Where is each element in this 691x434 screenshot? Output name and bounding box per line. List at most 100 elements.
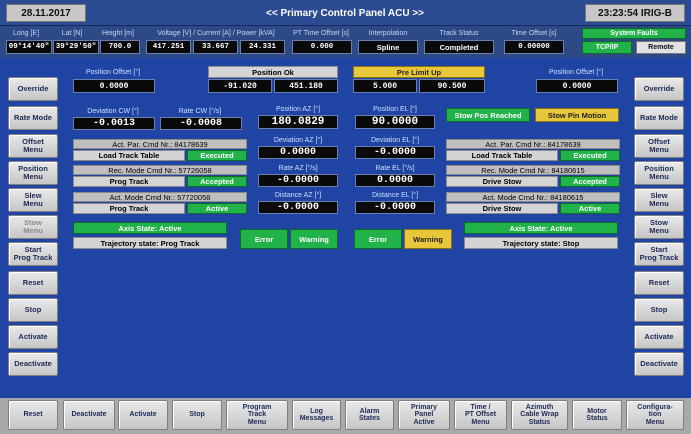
left-active-status: Active [187,203,247,214]
left-axis-state: Axis State: Active [73,222,227,234]
bottom-reset-button[interactable]: Reset [8,400,58,430]
left-trajectory-state: Trajectory state: Prog Track [73,237,227,249]
power-value: 24.331 [240,40,285,54]
rate-az-value: -0.0000 [258,174,338,187]
left-stop-button[interactable]: Stop [8,298,58,322]
right-position-menu-button[interactable]: Position Menu [634,161,684,185]
position-ok-az: -91.020 [208,79,272,93]
right-executed-status: Executed [560,150,620,161]
system-faults-indicator[interactable]: System Faults [582,28,686,39]
deviation-el-label: Deviation EL [°] [370,136,420,144]
pre-limit-az: 5.000 [353,79,417,93]
remote-button[interactable]: Remote [636,41,686,54]
lat-value: 39°29'50" [53,40,99,54]
deviation-az-value: 0.0000 [258,146,338,159]
right-slew-menu-button[interactable]: Slew Menu [634,188,684,212]
left-position-offset-value: 0.0000 [73,79,155,93]
bottom-stop-button[interactable]: Stop [172,400,222,430]
left-offset-menu-button[interactable]: Offset Menu [8,134,58,158]
right-start-prog-track-button[interactable]: Start Prog Track [634,242,684,266]
bottom-activate-button[interactable]: Activate [118,400,168,430]
position-ok-el: 451.180 [274,79,338,93]
az-error-button[interactable]: Error [240,229,288,249]
right-accepted-status: Accepted [560,176,620,187]
bottom-motor-status-button[interactable]: Motor Status [572,400,622,430]
left-stow-menu-button[interactable]: Stow Menu [8,215,58,239]
right-stop-button[interactable]: Stop [634,298,684,322]
right-offset-menu-button[interactable]: Offset Menu [634,134,684,158]
bottom-alarm-states-button[interactable]: Alarm States [345,400,394,430]
right-stow-menu-button[interactable]: Stow Menu [634,215,684,239]
distance-az-label: Distance AZ [°] [274,191,322,199]
left-override-button[interactable]: Override [8,77,58,101]
bottom-azimuth-cable-wrap-status-button[interactable]: Azimuth Cable Wrap Status [511,400,568,430]
rate-el-label: Rate EL [°/s] [375,164,415,172]
power-label: Voltage [V] / Current [A] / Power [kVA] [157,29,275,37]
bottom-deactivate-button[interactable]: Deactivate [63,400,115,430]
bottom-time-pt-offset-menu-button[interactable]: Time / PT Offset Menu [454,400,507,430]
interpolation-value: Spline [358,40,418,54]
time-display: 23:23:54 IRIG-B [585,4,685,22]
header-strip: Long [E] Lat [N] Height [m] 09°14'40" 39… [0,26,691,58]
pre-limit-el: 90.500 [419,79,485,93]
el-error-button[interactable]: Error [354,229,402,249]
rate-cw-value: -0.0008 [160,117,242,130]
right-load-track-table: Load Track Table [446,150,558,161]
position-az-value: 180.0829 [258,115,338,129]
bottom-configura-tion-menu-button[interactable]: Configura- tion Menu [626,400,684,430]
distance-el-value: -0.0000 [355,201,435,214]
bottom-program-track-menu-button[interactable]: Program Track Menu [226,400,288,430]
date-display: 28.11.2017 [6,4,86,22]
right-drive-stow: Drive Stow [446,176,558,187]
deviation-cw-value: -0.0013 [73,117,155,130]
right-axis-state: Axis State: Active [464,222,618,234]
track-status-value: Completed [424,40,494,54]
left-accepted-status: Accepted [187,176,247,187]
right-trajectory-state: Trajectory state: Stop [464,237,618,249]
distance-az-value: -0.0000 [258,201,338,214]
right-rate-mode-button[interactable]: Rate Mode [634,106,684,130]
rate-el-value: 0.0000 [355,174,435,187]
left-position-offset-label: Position Offset [°] [85,68,141,76]
height-label: Height [m] [102,29,134,37]
right-override-button[interactable]: Override [634,77,684,101]
left-slew-menu-button[interactable]: Slew Menu [8,188,58,212]
az-warning-button[interactable]: Warning [290,229,338,249]
right-act-mode-cmd: Act. Mode Cmd Nr.: 84180615 [446,192,620,202]
position-ok-indicator: Position Ok [208,66,338,78]
left-load-track-table: Load Track Table [73,150,185,161]
left-position-menu-button[interactable]: Position Menu [8,161,58,185]
deviation-cw-label: Deviation CW [°] [87,107,139,115]
left-reset-button[interactable]: Reset [8,271,58,295]
left-prog-track-active: Prog Track [73,203,185,214]
pt-time-offset-value: 0.000 [292,40,352,54]
position-el-value: 90.0000 [355,115,435,129]
left-deactivate-button[interactable]: Deactivate [8,352,58,376]
deviation-el-value: -0.0000 [355,146,435,159]
left-rec-mode-cmd: Rec. Mode Cmd Nr.: 57726058 [73,165,247,175]
height-value: 700.0 [100,40,140,54]
left-rate-mode-button[interactable]: Rate Mode [8,106,58,130]
bottom-primary-panel-active-button[interactable]: Primary Panel Active [398,400,450,430]
right-position-offset-label: Position Offset [°] [548,68,604,76]
current-value: 33.667 [193,40,238,54]
pt-time-offset-label: PT Time Offset [s] [293,29,349,37]
left-prog-track: Prog Track [73,176,185,187]
right-deactivate-button[interactable]: Deactivate [634,352,684,376]
right-position-offset-value: 0.0000 [536,79,618,93]
interpolation-label: Interpolation [368,29,408,37]
el-warning-button[interactable]: Warning [404,229,452,249]
deviation-az-label: Deviation AZ [°] [273,136,323,144]
stow-pos-reached-indicator: Stow Pos Reached [446,108,530,122]
window-title: << Primary Control Panel ACU >> [265,7,425,19]
long-value: 09°14'40" [6,40,52,54]
left-start-prog-track-button[interactable]: Start Prog Track [8,242,58,266]
tcpip-button[interactable]: TCP/IP [582,41,632,54]
right-active-status: Active [560,203,620,214]
right-reset-button[interactable]: Reset [634,271,684,295]
rate-cw-label: Rate CW [°/s] [178,107,222,115]
right-activate-button[interactable]: Activate [634,325,684,349]
bottom-log-messages-button[interactable]: Log Messages [292,400,341,430]
distance-el-label: Distance EL [°] [371,191,419,199]
left-activate-button[interactable]: Activate [8,325,58,349]
